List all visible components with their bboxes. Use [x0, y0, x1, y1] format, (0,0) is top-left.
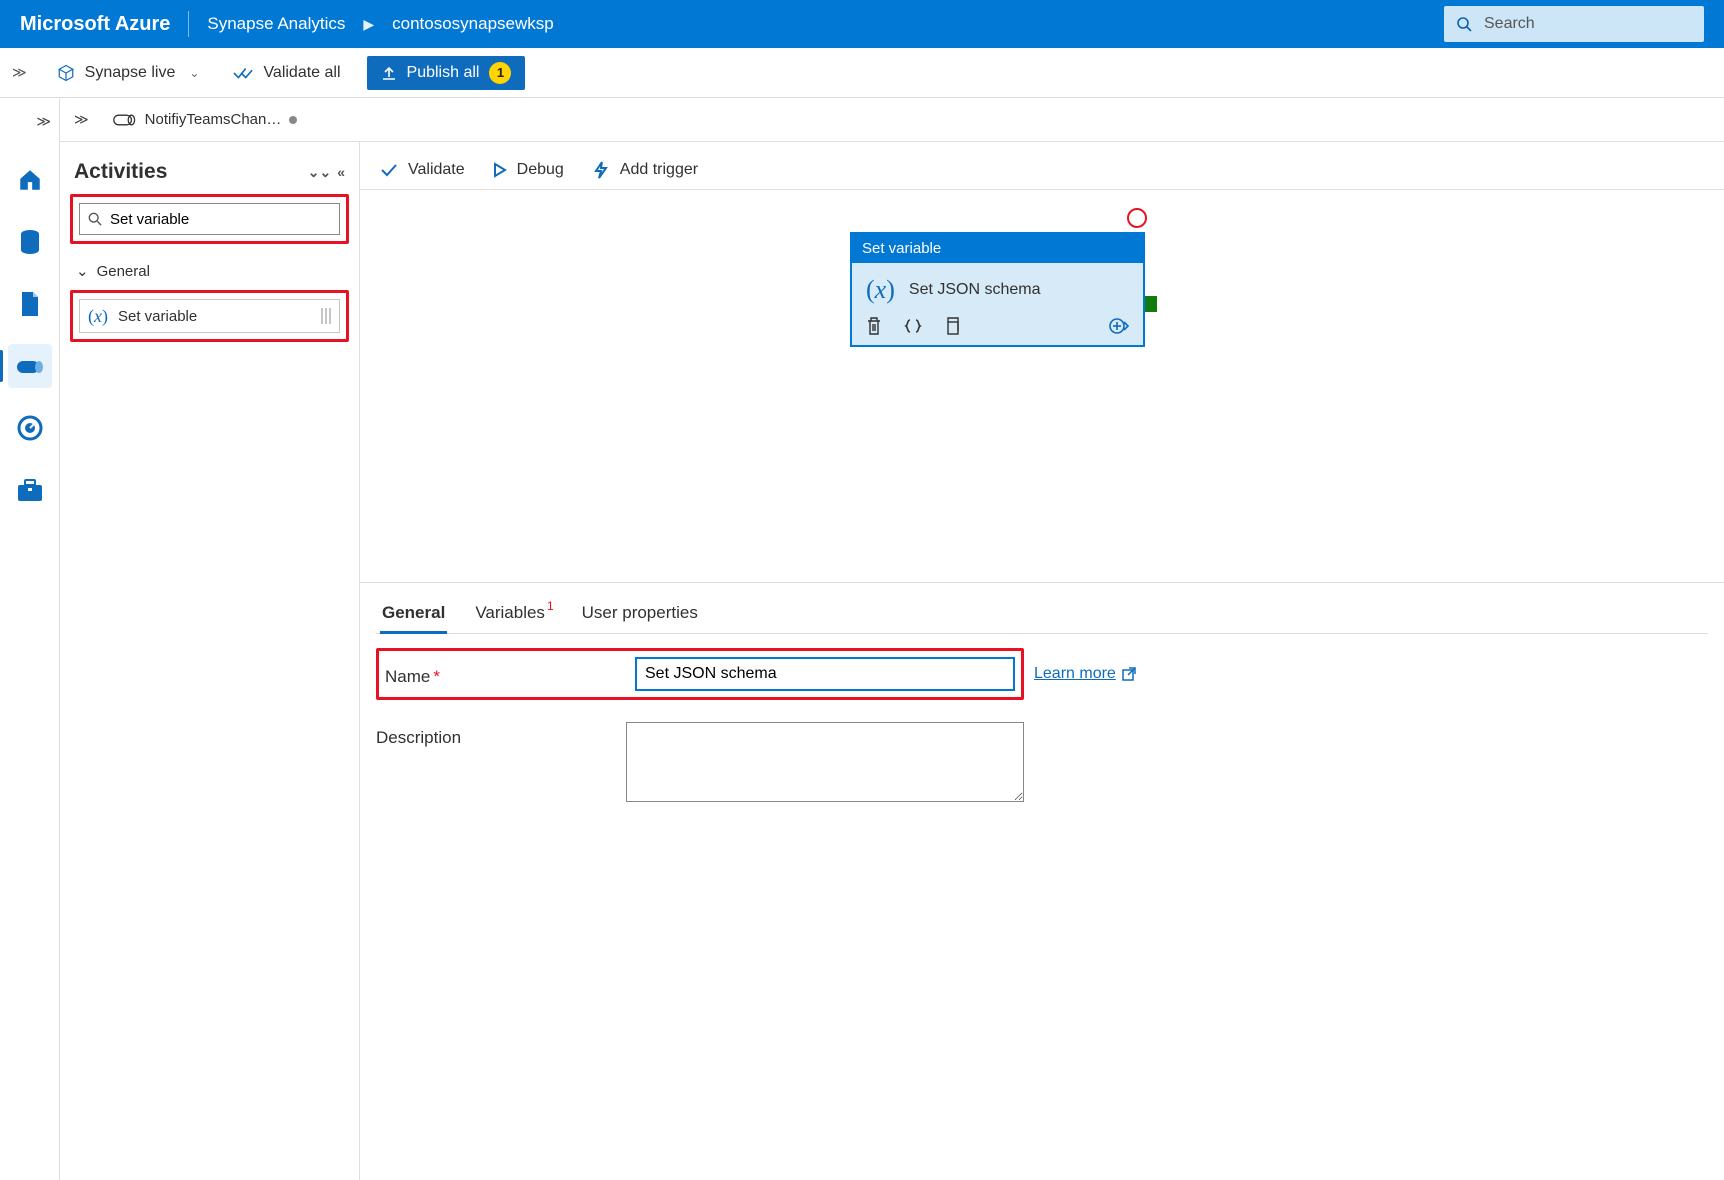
editor-tabstrip: ≫ NotifiyTeamsChan… — [60, 98, 1724, 142]
rail-develop[interactable] — [8, 282, 52, 326]
publish-all-button[interactable]: Publish all 1 — [367, 56, 526, 90]
activities-search[interactable] — [79, 203, 340, 235]
toolbox-icon — [16, 477, 44, 503]
global-search-input[interactable] — [1484, 15, 1691, 33]
search-icon — [88, 212, 102, 226]
collapse-groups-icon[interactable]: ⌄⌄ — [308, 164, 331, 181]
breadcrumb-service[interactable]: Synapse Analytics — [207, 14, 345, 34]
description-label: Description — [376, 722, 626, 748]
activities-title: Activities — [74, 160, 167, 184]
rail-integrate[interactable] — [8, 344, 52, 388]
command-bar: ≫ Synapse live ⌄ Validate all Publish al… — [0, 48, 1724, 98]
name-label: Name* — [385, 661, 635, 687]
left-rail: ≫ — [0, 98, 60, 1180]
node-type-label: Set variable — [852, 234, 1143, 263]
properties-tabs: General Variables1 User properties — [376, 597, 1708, 634]
chevron-down-icon: ⌄ — [189, 66, 199, 80]
publish-badge: 1 — [489, 62, 511, 84]
breadcrumb-workspace[interactable]: contososynapsewksp — [392, 14, 554, 34]
activities-search-input[interactable] — [110, 211, 331, 228]
variable-icon: (x) — [88, 306, 108, 327]
activity-group-general[interactable]: ⌄ General — [70, 258, 349, 290]
copy-icon[interactable] — [944, 317, 960, 335]
tab-general[interactable]: General — [380, 597, 447, 633]
breadcrumb-caret-icon: ▶ — [363, 16, 374, 33]
home-icon — [17, 167, 43, 193]
activity-item-set-variable[interactable]: (x) Set variable — [79, 299, 340, 333]
tabstrip-chevron-icon[interactable]: ≫ — [70, 107, 93, 132]
rail-home[interactable] — [8, 158, 52, 202]
global-search[interactable] — [1444, 6, 1704, 42]
check-icon — [380, 163, 398, 177]
canvas-toolbar: Validate Debug Add trigger — [360, 142, 1724, 190]
database-icon — [18, 229, 42, 255]
node-success-connector[interactable] — [1145, 296, 1157, 312]
rail-data[interactable] — [8, 220, 52, 264]
cmdbar-expand-icon[interactable]: ≫ — [12, 64, 27, 81]
canvas-node[interactable]: Set variable (x) Set JSON schema — [850, 232, 1145, 347]
activity-item-highlight: (x) Set variable — [70, 290, 349, 342]
editor-tab[interactable]: NotifiyTeamsChan… — [103, 105, 308, 134]
tab-variables[interactable]: Variables1 — [473, 597, 553, 633]
activities-panel: Activities ⌄⌄ « ⌄ General — [60, 142, 360, 1180]
search-icon — [1456, 16, 1472, 32]
variable-icon: (x) — [866, 275, 895, 305]
external-link-icon — [1122, 667, 1136, 681]
delete-icon[interactable] — [866, 317, 882, 335]
drag-handle-icon[interactable] — [319, 308, 333, 324]
activities-search-highlight — [70, 194, 349, 244]
topbar-divider — [188, 11, 189, 37]
validate-all-icon — [233, 65, 253, 81]
learn-more-link[interactable]: Learn more — [1034, 665, 1136, 683]
document-icon — [19, 291, 41, 317]
chevron-down-icon: ⌄ — [76, 262, 89, 280]
node-status-icon — [1127, 208, 1147, 228]
rail-manage[interactable] — [8, 468, 52, 512]
rail-monitor[interactable] — [8, 406, 52, 450]
dirty-indicator-icon — [289, 116, 297, 124]
gauge-icon — [17, 415, 43, 441]
debug-button[interactable]: Debug — [493, 161, 564, 179]
properties-panel: General Variables1 User properties Name* — [360, 582, 1724, 1180]
validate-all-button[interactable]: Validate all — [225, 58, 348, 88]
tab-user-properties[interactable]: User properties — [580, 597, 700, 633]
node-name: Set JSON schema — [909, 281, 1041, 299]
editor-tab-title: NotifiyTeamsChan… — [145, 111, 282, 128]
logo[interactable]: Microsoft Azure — [20, 13, 170, 36]
leftrail-collapse-icon[interactable]: ≫ — [0, 102, 59, 140]
add-output-icon[interactable] — [1109, 317, 1129, 335]
add-trigger-button[interactable]: Add trigger — [592, 161, 698, 179]
play-icon — [493, 162, 507, 178]
synapse-live-dropdown[interactable]: Synapse live ⌄ — [49, 58, 208, 88]
name-row-highlight: Name* — [376, 648, 1024, 700]
validate-button[interactable]: Validate — [380, 161, 465, 179]
cube-icon — [57, 64, 75, 82]
pipeline-icon — [15, 355, 45, 377]
pipeline-tab-icon — [113, 112, 137, 128]
description-input[interactable] — [626, 722, 1024, 802]
topbar: Microsoft Azure Synapse Analytics ▶ cont… — [0, 0, 1724, 48]
pipeline-canvas[interactable]: Validate Debug Add trigger Set variable — [360, 142, 1724, 1180]
lightning-icon — [592, 161, 610, 179]
publish-icon — [381, 65, 397, 81]
name-input[interactable] — [635, 657, 1015, 691]
code-icon[interactable] — [904, 317, 922, 335]
collapse-panel-icon[interactable]: « — [337, 164, 345, 181]
